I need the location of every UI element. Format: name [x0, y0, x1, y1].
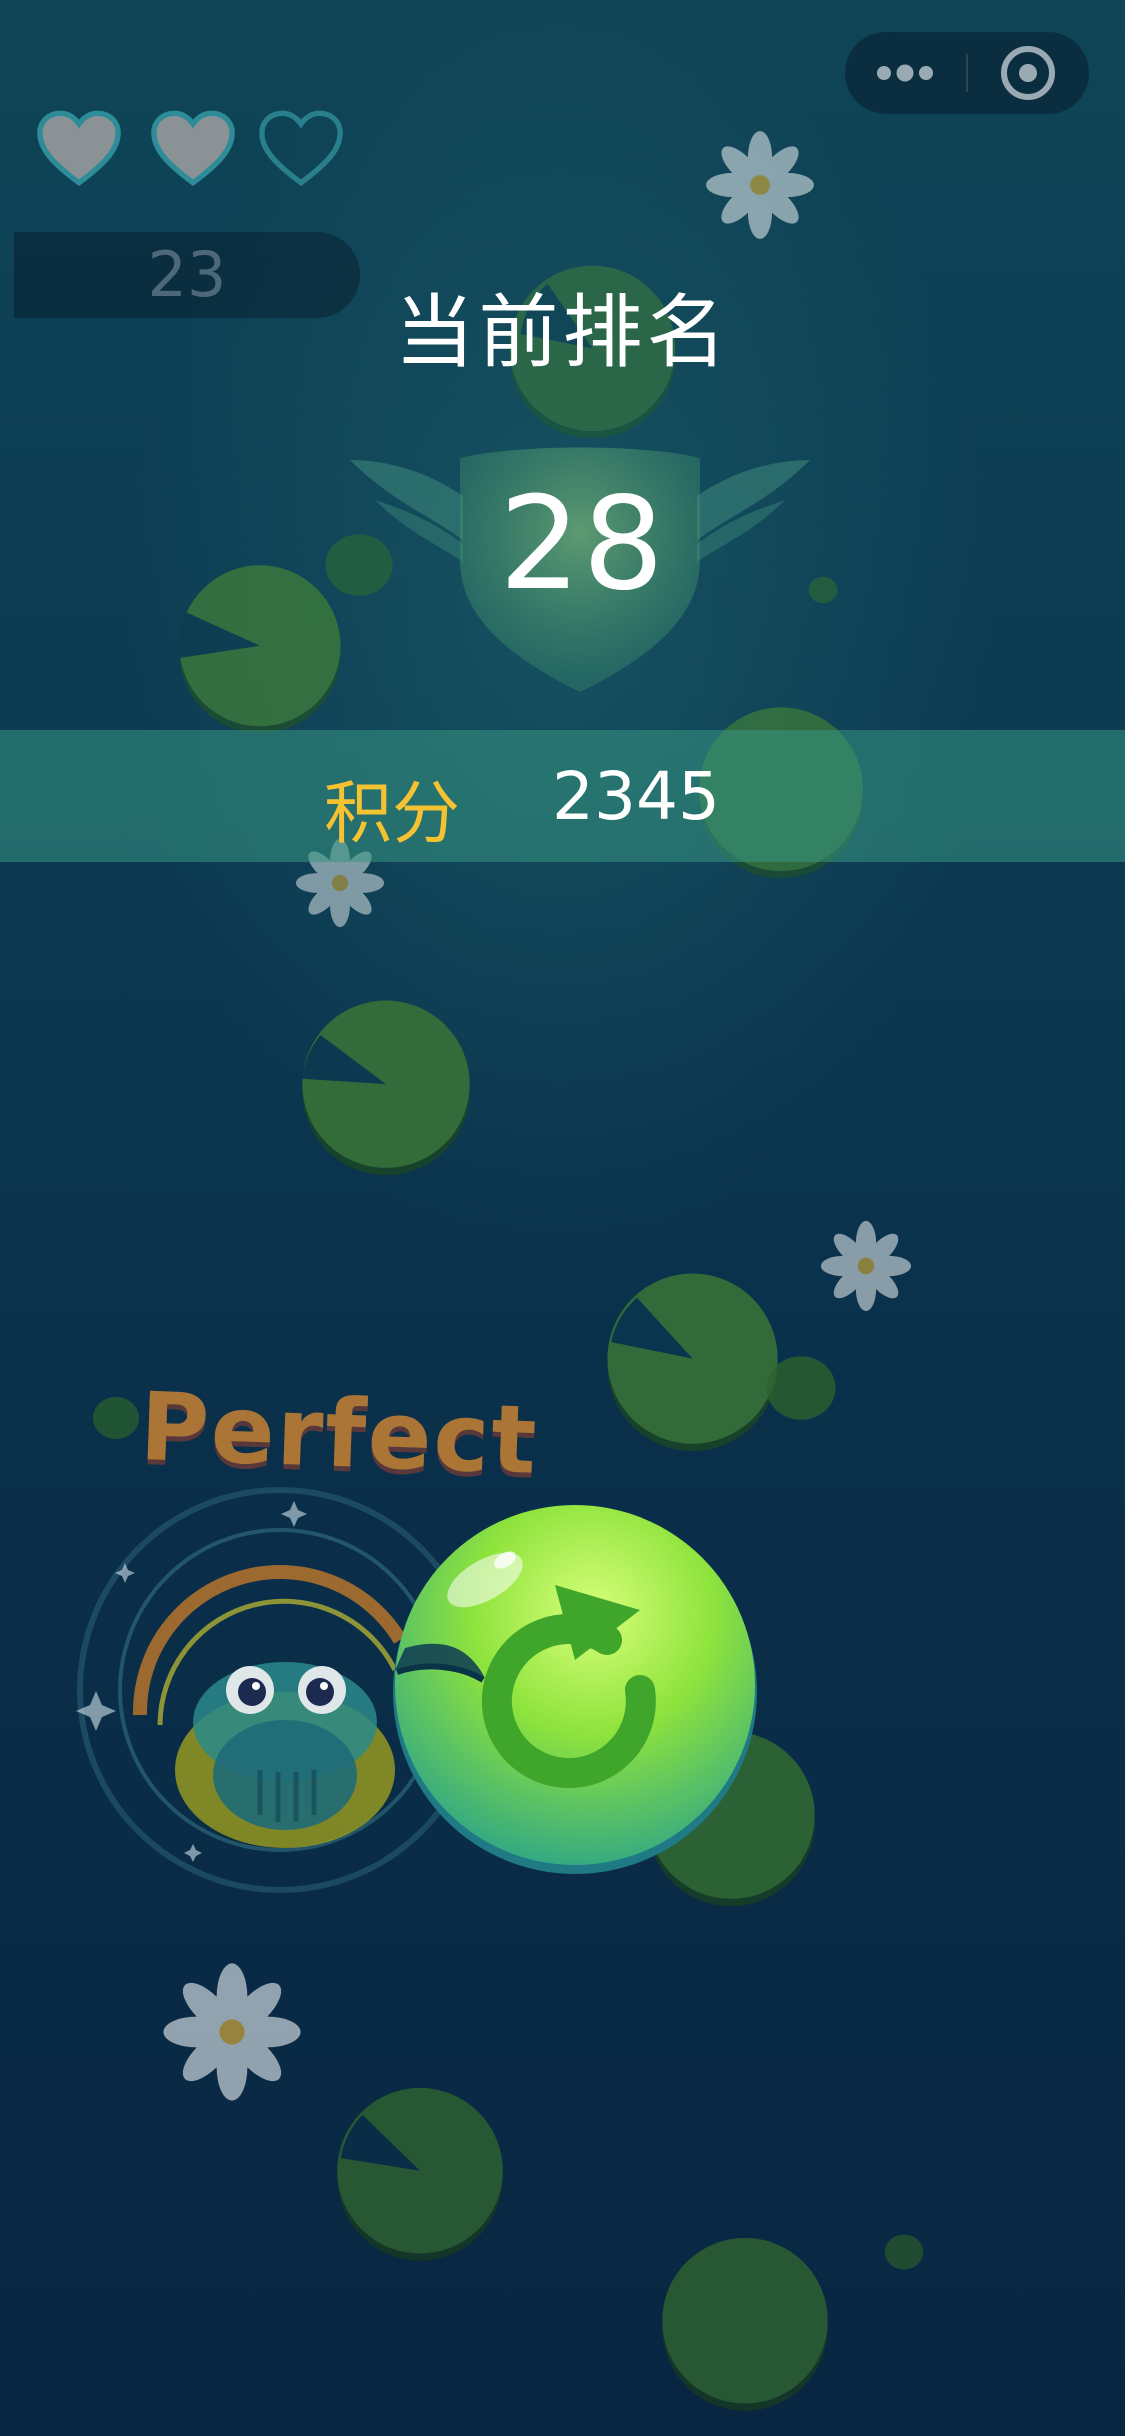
game-screen: 23 当前排名 28 积分 2345 Perfect: [0, 0, 1125, 2436]
rank-number: 28: [499, 470, 666, 619]
close-mini-program-button[interactable]: [968, 32, 1089, 114]
score-label: 积分: [324, 775, 461, 854]
target-circle-icon: [1001, 46, 1055, 100]
lily-pad: [655, 2230, 835, 2415]
lily-pad: [330, 2080, 510, 2265]
lily-pad: [295, 992, 477, 1180]
life-heart-empty-icon: [256, 108, 346, 188]
more-dots-icon: [877, 64, 933, 82]
lily-pad: [88, 1394, 144, 1442]
life-heart-full-icon: [34, 108, 124, 188]
life-heart-full-icon: [148, 108, 238, 188]
lotus-flower-icon: [162, 1962, 302, 2102]
lily-pad: [600, 1268, 785, 1453]
lotus-flower-icon: [705, 130, 815, 240]
restart-button[interactable]: [375, 1490, 765, 1880]
more-button[interactable]: [845, 32, 966, 114]
mini-program-capsule: [845, 32, 1089, 114]
score-value: 2345: [552, 758, 720, 835]
lily-pad: [880, 2232, 928, 2272]
lotus-flower-icon: [820, 1220, 912, 1312]
lily-pad: [762, 1352, 840, 1424]
current-rank-title: 当前排名: [394, 286, 731, 379]
